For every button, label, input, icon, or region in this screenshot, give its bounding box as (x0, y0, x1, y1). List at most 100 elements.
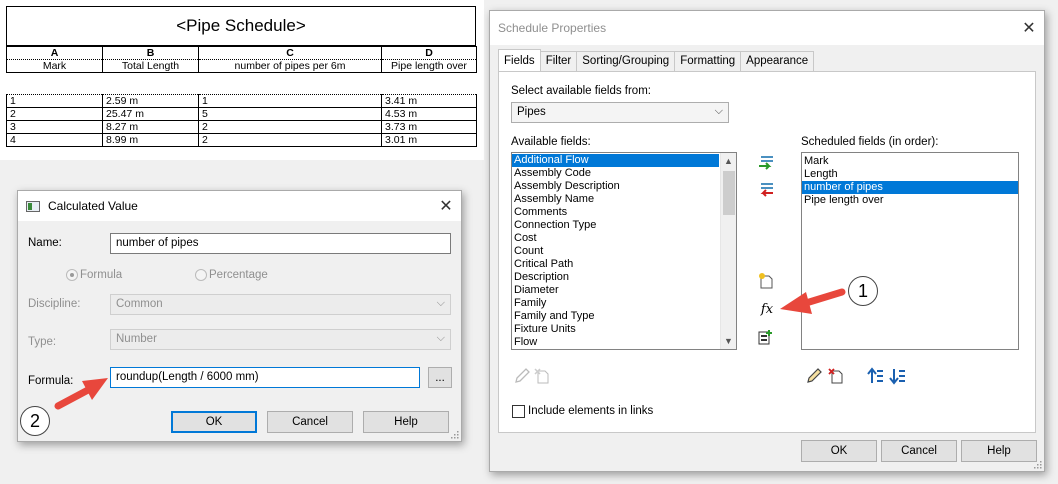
formula-browse-button[interactable]: ... (428, 367, 452, 388)
list-item[interactable]: number of pipes (802, 181, 1018, 194)
col-header[interactable]: number of pipes per 6m (198, 59, 382, 73)
formula-field[interactable]: roundup(Length / 6000 mm) (110, 367, 420, 388)
move-down-icon[interactable] (889, 367, 907, 385)
table-row[interactable]: 3 8.27 m 2 3.73 m (6, 120, 477, 134)
scrollbar-thumb[interactable] (723, 171, 735, 215)
table-cell[interactable]: 2 (198, 133, 382, 147)
list-item[interactable]: Count (512, 245, 736, 258)
table-row[interactable]: 1 2.59 m 1 3.41 m (6, 94, 477, 108)
tab-appearance[interactable]: Appearance (740, 51, 815, 71)
discipline-select: Common ⌵ (110, 294, 451, 315)
table-cell[interactable]: 1 (6, 94, 103, 108)
formula-radio[interactable] (66, 269, 78, 281)
dialog-title: Schedule Properties (498, 21, 607, 35)
discipline-value: Common (116, 298, 163, 310)
chevron-down-icon[interactable]: ▼ (721, 333, 736, 349)
schedule-view: <Pipe Schedule> A B C D Mark Total Lengt… (0, 0, 484, 160)
include-links-checkbox[interactable] (512, 405, 525, 418)
help-button[interactable]: Help (363, 411, 449, 433)
list-item[interactable]: Mark (802, 155, 1018, 168)
app-icon (26, 200, 40, 212)
available-fields-list[interactable]: Additional Flow Assembly Code Assembly D… (511, 152, 737, 350)
remove-parameter-icon[interactable] (757, 181, 775, 199)
col-header[interactable]: Total Length (102, 59, 199, 73)
col-letter[interactable]: B (102, 46, 199, 60)
formula-radio-label: Formula (80, 269, 123, 281)
col-letter[interactable]: D (381, 46, 477, 60)
chevron-up-icon[interactable]: ▲ (721, 153, 736, 169)
col-letter[interactable]: C (198, 46, 382, 60)
tab-fields[interactable]: Fields (498, 49, 541, 71)
list-item[interactable]: Assembly Name (512, 193, 736, 206)
col-letter[interactable]: A (6, 46, 103, 60)
available-fields-label: Available fields: (511, 136, 591, 148)
table-row[interactable]: 4 8.99 m 2 3.01 m (6, 133, 477, 147)
scheduled-fields-list[interactable]: Mark Length number of pipes Pipe length … (801, 152, 1019, 350)
list-item[interactable]: Family (512, 297, 736, 310)
resize-grip-icon[interactable] (1032, 459, 1042, 469)
new-parameter-icon[interactable] (757, 272, 775, 290)
list-item[interactable]: Pipe length over (802, 194, 1018, 207)
calculated-value-dialog: Calculated Value ✕ Name: number of pipes… (17, 190, 462, 442)
cancel-button[interactable]: Cancel (881, 440, 957, 462)
col-header[interactable]: Mark (6, 59, 103, 73)
include-links-label: Include elements in links (528, 405, 654, 417)
table-cell[interactable]: 2 (198, 120, 382, 134)
edit-parameter-icon[interactable] (805, 367, 823, 385)
scrollbar[interactable]: ▲ ▼ (720, 153, 736, 349)
list-item[interactable]: Description (512, 271, 736, 284)
table-cell[interactable]: 8.99 m (102, 133, 199, 147)
close-icon[interactable]: ✕ (431, 191, 461, 221)
list-item[interactable]: Cost (512, 232, 736, 245)
table-cell[interactable]: 3.01 m (381, 133, 477, 147)
list-item[interactable]: Flow (512, 336, 736, 349)
table-row[interactable]: 2 25.47 m 5 4.53 m (6, 107, 477, 121)
move-up-icon[interactable] (867, 367, 885, 385)
table-cell[interactable]: 3 (6, 120, 103, 134)
list-item[interactable]: Assembly Code (512, 167, 736, 180)
table-cell[interactable]: 1 (198, 94, 382, 108)
cancel-button[interactable]: Cancel (267, 411, 353, 433)
help-button[interactable]: Help (961, 440, 1037, 462)
tab-sorting-grouping[interactable]: Sorting/Grouping (576, 51, 676, 71)
select-from-dropdown[interactable]: Pipes ⌵ (511, 102, 729, 123)
ok-button[interactable]: OK (171, 411, 257, 433)
delete-parameter-icon[interactable] (827, 367, 845, 385)
list-item[interactable]: Diameter (512, 284, 736, 297)
table-cell[interactable]: 5 (198, 107, 382, 121)
table-cell[interactable]: 25.47 m (102, 107, 199, 121)
tab-filter[interactable]: Filter (539, 51, 578, 71)
titlebar: Schedule Properties ✕ (490, 11, 1044, 45)
table-cell[interactable]: 4 (6, 133, 103, 147)
table-cell[interactable]: 2.59 m (102, 94, 199, 108)
list-item[interactable]: Assembly Description (512, 180, 736, 193)
list-item[interactable]: Critical Path (512, 258, 736, 271)
list-item[interactable]: Family and Type (512, 310, 736, 323)
resize-grip-icon[interactable] (449, 429, 459, 439)
tab-formatting[interactable]: Formatting (674, 51, 742, 71)
name-field[interactable]: number of pipes (110, 233, 451, 254)
col-header[interactable]: Pipe length over (381, 59, 477, 73)
table-cell[interactable]: 2 (6, 107, 103, 121)
list-item[interactable]: Fixture Units (512, 323, 736, 336)
add-parameter-icon[interactable] (757, 154, 775, 172)
tab-bar: Fields Filter Sorting/Grouping Formattin… (498, 49, 815, 71)
combine-parameters-icon[interactable] (757, 328, 775, 346)
fx-calculated-value-icon[interactable]: fx (757, 300, 777, 318)
list-item[interactable]: Length (802, 168, 1018, 181)
table-cell[interactable]: 4.53 m (381, 107, 477, 121)
table-cell[interactable]: 3.41 m (381, 94, 477, 108)
percentage-radio[interactable] (195, 269, 207, 281)
close-icon[interactable]: ✕ (1014, 11, 1044, 45)
table-cell[interactable]: 3.73 m (381, 120, 477, 134)
table-cell[interactable]: 8.27 m (102, 120, 199, 134)
dialog-title: Calculated Value (48, 199, 138, 213)
chevron-down-icon: ⌵ (436, 297, 445, 309)
list-item[interactable]: Additional Flow (512, 154, 719, 167)
list-item[interactable]: Comments (512, 206, 736, 219)
chevron-down-icon: ⌵ (436, 332, 445, 344)
list-item[interactable]: Connection Type (512, 219, 736, 232)
select-from-label: Select available fields from: (511, 85, 651, 97)
discipline-label: Discipline: (28, 298, 81, 310)
ok-button[interactable]: OK (801, 440, 877, 462)
